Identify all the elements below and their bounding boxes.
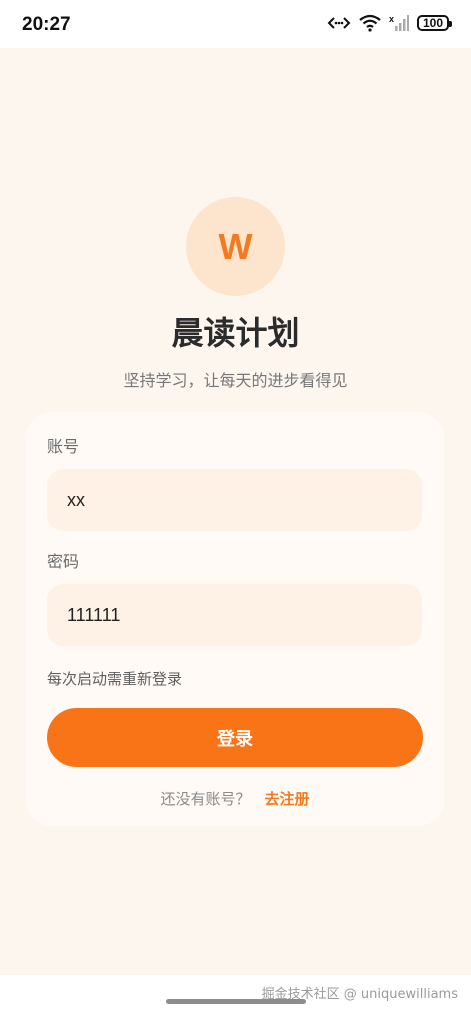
home-indicator[interactable] <box>166 999 306 1004</box>
status-bar: 20:27 x 100 <box>0 0 471 48</box>
login-button[interactable]: 登录 <box>47 708 423 767</box>
login-card: 账号 xx 密码 111111 每次启动需重新登录 登录 还没有账号？ 去注册 <box>26 412 444 826</box>
status-icons: x 100 <box>327 14 452 32</box>
password-input[interactable]: 111111 <box>47 584 422 646</box>
register-link[interactable]: 去注册 <box>265 790 310 808</box>
register-row: 还没有账号？ 去注册 <box>26 788 444 809</box>
password-value: 111111 <box>67 604 121 625</box>
signal-icon: x <box>389 14 409 31</box>
wifi-icon <box>359 14 381 32</box>
login-hint: 每次启动需重新登录 <box>47 670 183 688</box>
status-time: 20:27 <box>22 14 71 35</box>
password-label: 密码 <box>47 552 80 571</box>
register-prompt: 还没有账号？ <box>160 790 251 808</box>
account-value: xx <box>67 489 85 510</box>
app-logo: W <box>186 197 285 296</box>
data-transfer-icon <box>327 17 351 29</box>
logo-letter: W <box>218 225 253 267</box>
account-label: 账号 <box>47 437 80 456</box>
account-input[interactable]: xx <box>47 469 422 531</box>
svg-text:x: x <box>389 14 394 24</box>
battery-icon: 100 <box>417 15 452 31</box>
app-title: 晨读计划 <box>171 314 300 352</box>
app-subtitle: 坚持学习，让每天的进步看得见 <box>123 371 348 390</box>
bottom-bar: 掘金技术社区 @ uniquewilliams <box>0 975 471 1012</box>
